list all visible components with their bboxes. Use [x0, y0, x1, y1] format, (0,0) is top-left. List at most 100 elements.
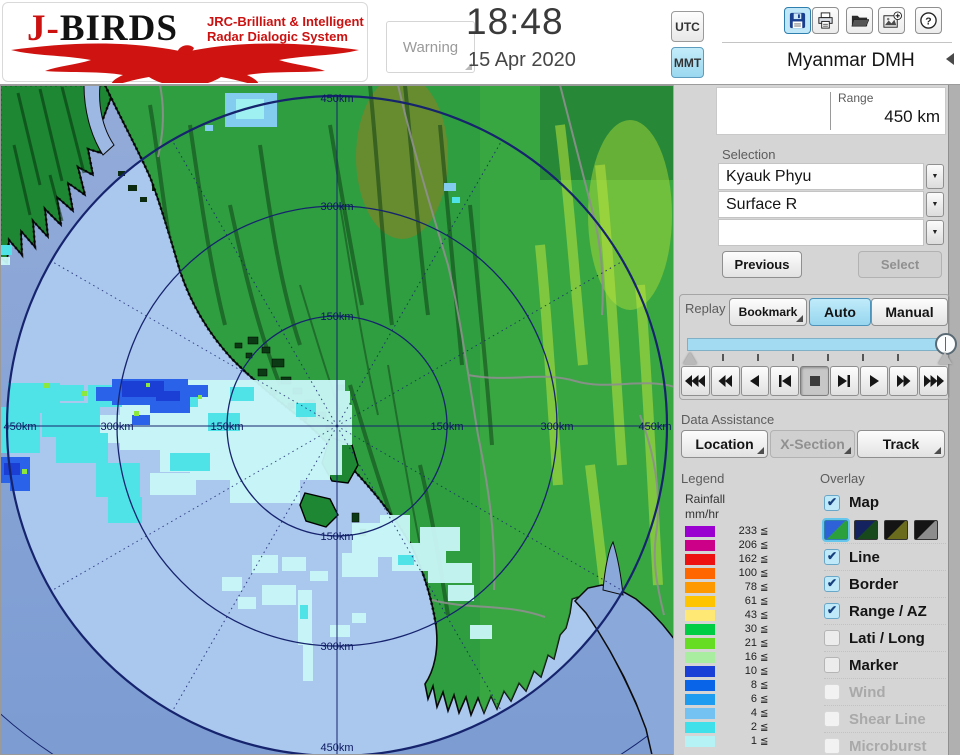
- skip-to-end-button[interactable]: [829, 366, 859, 396]
- chevron-down-icon[interactable]: ▼: [926, 220, 944, 245]
- overlay-item-label: Wind: [849, 683, 886, 701]
- product-dropdown[interactable]: Surface R ▼: [718, 191, 944, 218]
- legend-row: 16 ≦: [685, 650, 768, 664]
- legend-color-swatch: [685, 693, 715, 705]
- legend-color-swatch: [685, 735, 715, 747]
- manual-button[interactable]: Manual: [871, 298, 948, 326]
- fast-forward-3-button[interactable]: [919, 366, 949, 396]
- map-style-swatch-4[interactable]: [914, 519, 938, 540]
- previous-button[interactable]: Previous: [722, 251, 802, 278]
- step-back-button[interactable]: [740, 366, 770, 396]
- save-button[interactable]: [784, 7, 811, 34]
- legend-threshold-value: 8: [750, 679, 757, 691]
- chevron-down-icon[interactable]: ▼: [926, 164, 944, 189]
- legend-row: 21 ≦: [685, 636, 768, 650]
- legend-threshold-value: 21: [744, 637, 757, 649]
- legend-title-line2: mm/hr: [685, 507, 719, 521]
- legend-threshold-value: 16: [744, 651, 757, 663]
- radar-map[interactable]: 150km 150km 150km 150km 300km 300km 300km 300km…: [0, 85, 675, 755]
- legend-lte-symbol: ≦: [760, 693, 769, 705]
- help-icon: ?: [920, 12, 937, 29]
- stop-button[interactable]: [800, 366, 829, 396]
- legend-lte-symbol: ≦: [760, 707, 769, 719]
- play-button[interactable]: [859, 366, 889, 396]
- print-button[interactable]: [812, 7, 839, 34]
- xsection-button[interactable]: X-Section: [770, 430, 855, 458]
- checked-checkbox[interactable]: [824, 494, 840, 511]
- legend-threshold-value: 206: [738, 539, 757, 551]
- overlay-item-label: Shear Line: [849, 710, 926, 728]
- replay-label: Replay: [685, 301, 726, 316]
- skip-to-start-icon: [779, 375, 792, 387]
- replay-slider-end-marker[interactable]: [938, 352, 952, 364]
- stop-icon: [809, 376, 820, 386]
- jbirds-radar-app: J-BIRDS JRC-Brilliant & Intelligent Rada…: [0, 0, 960, 755]
- legend-lte-symbol: ≦: [760, 665, 769, 677]
- overlay-item-label: Lati / Long: [849, 629, 925, 647]
- overlay-item-label: Map: [849, 494, 879, 511]
- overlay-row-wind: Wind: [824, 678, 946, 705]
- legend-title-line1: Rainfall: [685, 492, 726, 506]
- legend-title: Rainfall mm/hr: [685, 492, 725, 522]
- legend-threshold-value: 10: [744, 665, 757, 677]
- utc-toggle-button[interactable]: UTC: [671, 11, 704, 42]
- map-style-swatch-3[interactable]: [884, 519, 908, 540]
- replay-slider-track[interactable]: [687, 338, 945, 351]
- chevron-down-icon[interactable]: ▼: [926, 192, 944, 217]
- help-button[interactable]: ?: [915, 7, 942, 34]
- clock-time: 18:48: [466, 1, 564, 42]
- panel-collapse-arrow-icon[interactable]: [946, 53, 954, 65]
- map-style-swatches: [822, 516, 946, 543]
- site-dropdown[interactable]: Kyauk Phyu ▼: [718, 163, 944, 190]
- open-folder-button[interactable]: [846, 7, 873, 34]
- checked-checkbox[interactable]: [824, 549, 840, 565]
- rewind-2-button[interactable]: [710, 366, 740, 396]
- select-button[interactable]: Select: [858, 251, 942, 278]
- legend-row: 100 ≦: [685, 566, 768, 580]
- sidebar-scrollbar[interactable]: [948, 85, 960, 755]
- range-ring-label: 450km: [320, 742, 353, 754]
- legend-color-swatch: [685, 721, 715, 733]
- legend-color-swatch: [685, 595, 715, 607]
- data-assistance-label: Data Assistance: [681, 412, 775, 427]
- map-style-swatch-2[interactable]: [854, 519, 878, 540]
- legend-threshold-value: 6: [750, 693, 757, 705]
- location-button[interactable]: Location: [681, 430, 768, 458]
- extra-dropdown[interactable]: ▼: [718, 219, 944, 246]
- warning-button[interactable]: Warning: [386, 21, 475, 73]
- map-style-swatch-1[interactable]: [822, 517, 850, 542]
- legend-color-swatch: [685, 553, 715, 565]
- skip-to-start-button[interactable]: [770, 366, 800, 396]
- legend-row: 78 ≦: [685, 580, 768, 594]
- auto-button[interactable]: Auto: [809, 298, 871, 326]
- product-dropdown-value[interactable]: Surface R: [718, 191, 924, 218]
- track-button[interactable]: Track: [857, 430, 945, 458]
- range-ring-label: 300km: [540, 421, 573, 433]
- legend-label: Legend: [681, 471, 725, 486]
- site-dropdown-value[interactable]: Kyauk Phyu: [718, 163, 924, 190]
- extra-dropdown-value[interactable]: [718, 219, 924, 246]
- legend-threshold-value: 1: [750, 735, 757, 747]
- checked-checkbox[interactable]: [824, 576, 840, 592]
- legend-row: 206 ≦: [685, 538, 768, 552]
- svg-text:?: ?: [925, 16, 931, 27]
- add-image-button[interactable]: [878, 7, 905, 34]
- range-ring-label: 450km: [3, 421, 36, 433]
- unchecked-checkbox[interactable]: [824, 630, 840, 646]
- legend-color-swatch: [685, 567, 715, 579]
- range-divider: [830, 92, 831, 130]
- fast-rewind-3-button[interactable]: [681, 366, 710, 396]
- legend-row: 43 ≦: [685, 608, 768, 622]
- unchecked-checkbox[interactable]: [824, 657, 840, 673]
- legend-lte-symbol: ≦: [760, 539, 769, 551]
- replay-slider-start-marker[interactable]: [683, 352, 697, 364]
- checked-checkbox[interactable]: [824, 603, 840, 619]
- add-image-icon: [882, 10, 902, 28]
- fast-rewind-3-icon: [685, 375, 706, 387]
- forward-2-button[interactable]: [889, 366, 919, 396]
- eagle-icon: [11, 43, 359, 83]
- bookmark-button[interactable]: Bookmark: [729, 298, 807, 326]
- play-icon: [869, 375, 879, 387]
- legend-threshold-value: 61: [744, 595, 757, 607]
- mmt-toggle-button[interactable]: MMT: [671, 47, 704, 78]
